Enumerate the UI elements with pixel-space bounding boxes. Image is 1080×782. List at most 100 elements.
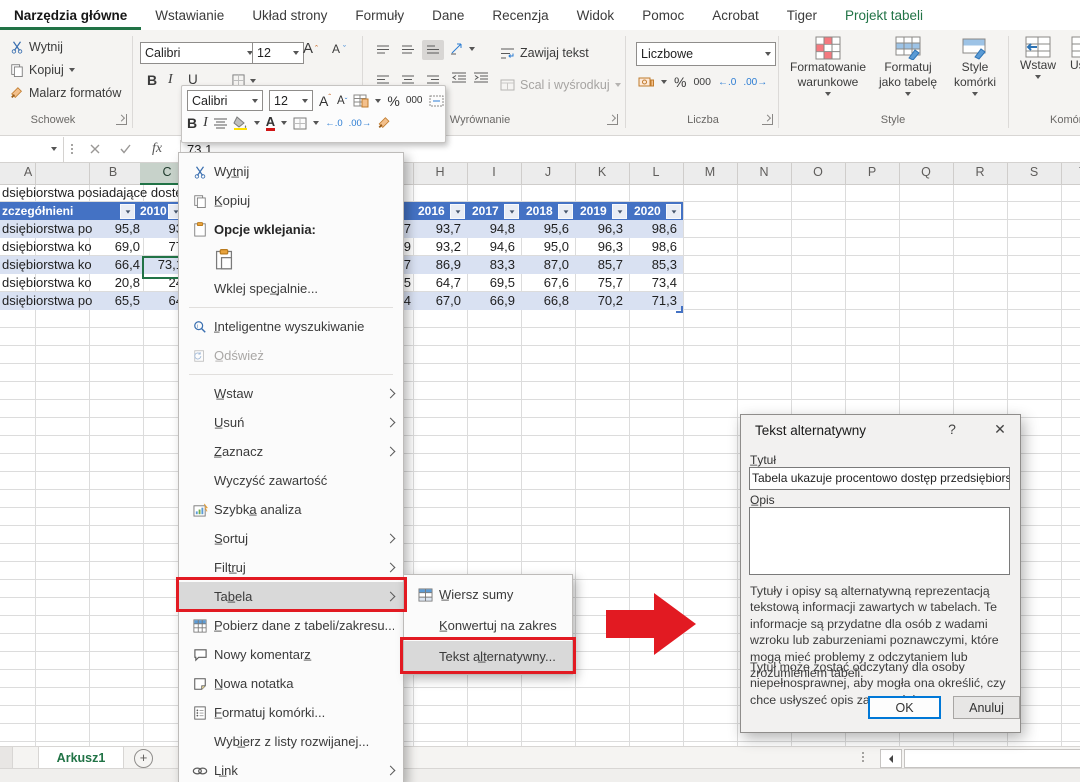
tab-home[interactable]: Narzędzia główne: [0, 1, 141, 30]
mini-shrink-font-button[interactable]: Aˇ: [337, 95, 347, 107]
header-cell-label[interactable]: zczegółnieni: [2, 202, 119, 220]
cell[interactable]: 73,4: [627, 274, 677, 292]
col-header[interactable]: L: [653, 165, 660, 179]
delete-cells-button[interactable]: Usuń: [1062, 36, 1080, 73]
decrease-indent-icon[interactable]: [452, 72, 466, 83]
filter-button[interactable]: [612, 204, 627, 219]
cell[interactable]: 93,2: [411, 238, 461, 256]
header-cell-year[interactable]: 2019: [580, 202, 610, 220]
menu-item-delete[interactable]: U̲suń: [179, 408, 403, 437]
font-name-combo[interactable]: Calibri: [140, 42, 258, 64]
add-sheet-icon[interactable]: +: [134, 749, 153, 768]
enter-icon[interactable]: [110, 144, 140, 154]
col-header[interactable]: I: [492, 165, 495, 179]
percent-style-button[interactable]: %: [674, 74, 686, 90]
cell[interactable]: 93: [143, 220, 183, 238]
mini-italic-button[interactable]: I: [203, 115, 208, 131]
cell[interactable]: 96,3: [573, 220, 623, 238]
menu-item-pick-from-list[interactable]: Wybi̲erz z listy rozwijanej...: [179, 727, 403, 756]
cell[interactable]: 85,7: [573, 256, 623, 274]
cell[interactable]: 86,9: [411, 256, 461, 274]
header-cell-year[interactable]: 2016: [418, 202, 448, 220]
filter-button[interactable]: [558, 204, 573, 219]
col-header[interactable]: N: [759, 165, 768, 179]
grow-font-button[interactable]: Aˆ: [303, 40, 318, 57]
header-cell-year[interactable]: 2020: [634, 202, 664, 220]
mini-decrease-decimal-icon[interactable]: ←.0: [325, 118, 342, 129]
sheet-tab-arkusz1[interactable]: Arkusz1: [38, 747, 124, 770]
close-icon[interactable]: ✕: [989, 421, 1011, 438]
menu-item-smart-lookup[interactable]: i I̲nteligentne wyszukiwanie: [179, 312, 403, 341]
cell[interactable]: 83,3: [465, 256, 515, 274]
filter-button[interactable]: [450, 204, 465, 219]
cell[interactable]: 93,7: [411, 220, 461, 238]
cell[interactable]: 20,8: [96, 274, 140, 292]
col-header[interactable]: P: [868, 165, 876, 179]
ok-button[interactable]: OK: [868, 696, 941, 719]
cell[interactable]: 65,5: [96, 292, 140, 310]
horizontal-scrollbar[interactable]: [904, 749, 1080, 768]
cell[interactable]: 66,4: [96, 256, 140, 274]
menu-item-copy[interactable]: K̲opiuj: [179, 186, 403, 215]
cancel-button[interactable]: Anuluj: [953, 696, 1020, 719]
font-size-combo[interactable]: 12: [252, 42, 304, 64]
tab-acrobat[interactable]: Acrobat: [698, 1, 773, 30]
col-header[interactable]: R: [975, 165, 984, 179]
cell[interactable]: 85,3: [627, 256, 677, 274]
comma-style-button[interactable]: 000: [693, 76, 711, 88]
paste-option-button[interactable]: [179, 244, 403, 274]
bold-button[interactable]: B: [147, 72, 157, 88]
tab-review[interactable]: Recenzja: [478, 1, 562, 30]
col-header[interactable]: S: [1030, 165, 1038, 179]
decrease-decimal-icon[interactable]: ←.0: [718, 77, 736, 88]
align-bottom-button[interactable]: [422, 40, 444, 60]
scroll-left-icon[interactable]: [880, 749, 902, 768]
conditional-formatting-button[interactable]: Formatowanie warunkowe: [788, 36, 868, 96]
filter-button[interactable]: [504, 204, 519, 219]
format-as-table-button[interactable]: Formatuj jako tabelę: [872, 36, 944, 96]
format-painter-button[interactable]: Malarz formatów: [10, 86, 121, 100]
mini-size-combo[interactable]: 12: [269, 90, 313, 111]
col-header[interactable]: K: [598, 165, 606, 179]
copy-button[interactable]: Kopiuj: [10, 63, 75, 77]
cell[interactable]: 67,6: [519, 274, 569, 292]
cell[interactable]: 69,0: [96, 238, 140, 256]
name-box[interactable]: [0, 137, 64, 162]
mini-center-icon[interactable]: [214, 118, 227, 129]
mini-borders-icon[interactable]: [293, 117, 307, 130]
mini-comma-button[interactable]: 000: [406, 95, 423, 106]
submenu-item-total-row[interactable]: W̲iersz sumy: [404, 579, 572, 610]
filter-button[interactable]: [666, 204, 681, 219]
mini-bold-button[interactable]: B: [187, 115, 197, 131]
cancel-icon[interactable]: [80, 144, 110, 154]
formula-bar-grip[interactable]: [64, 144, 80, 154]
tab-formulas[interactable]: Formuły: [341, 1, 418, 30]
cell[interactable]: 95,6: [519, 220, 569, 238]
cell[interactable]: 64,7: [411, 274, 461, 292]
mini-format-table-icon[interactable]: [353, 94, 369, 108]
menu-item-new-comment[interactable]: Nowy komentarz̲: [179, 640, 403, 669]
clipboard-dialog-launcher[interactable]: [116, 114, 127, 125]
cell[interactable]: 98,6: [627, 220, 677, 238]
menu-item-quick-analysis[interactable]: Szybka̲ analiza: [179, 495, 403, 524]
insert-function-button[interactable]: fx: [140, 141, 174, 157]
column-headers[interactable]: A B C H I J K L M N O P Q R S T: [0, 162, 1080, 185]
number-dialog-launcher[interactable]: [762, 114, 773, 125]
number-format-combo[interactable]: Liczbowe: [636, 42, 776, 66]
cell[interactable]: 64: [143, 292, 183, 310]
tab-tiger[interactable]: Tiger: [773, 1, 831, 30]
cell[interactable]: 75,7: [573, 274, 623, 292]
menu-item-new-note[interactable]: N̲owa notatka: [179, 669, 403, 698]
mini-percent-button[interactable]: %: [387, 93, 399, 109]
cell[interactable]: 94,8: [465, 220, 515, 238]
menu-item-paste-special[interactable]: Wklej spec̲jalnie...: [179, 274, 403, 303]
increase-decimal-icon[interactable]: .00→: [743, 77, 767, 88]
cell[interactable]: 66,9: [465, 292, 515, 310]
col-header[interactable]: J: [545, 165, 551, 179]
mini-merge-icon[interactable]: [429, 95, 444, 107]
menu-item-insert[interactable]: W̲staw: [179, 379, 403, 408]
menu-item-format-cells[interactable]: F̲ormatuj komórki...: [179, 698, 403, 727]
tab-help[interactable]: Pomoc: [628, 1, 698, 30]
cell[interactable]: 70,2: [573, 292, 623, 310]
cell[interactable]: 87,0: [519, 256, 569, 274]
